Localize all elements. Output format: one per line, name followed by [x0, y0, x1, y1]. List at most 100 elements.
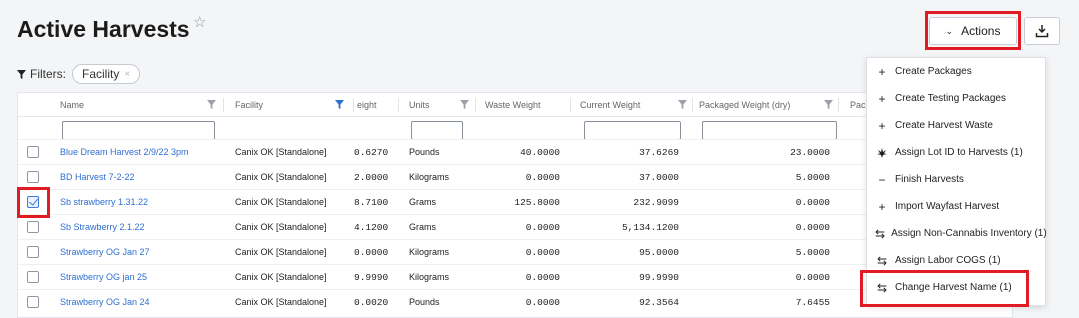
filter-chip-facility[interactable]: Facility × — [72, 64, 141, 84]
harvest-name-link[interactable]: Blue Dream Harvest 2/9/22 3pm — [60, 147, 189, 157]
swap-arrows-icon: ⇆ — [876, 280, 888, 295]
facility-cell: Canix OK [Standalone] — [235, 297, 327, 307]
plus-icon: + — [878, 64, 886, 79]
column-divider — [475, 98, 476, 112]
facility-cell: Canix OK [Standalone] — [235, 147, 327, 157]
menu-item-label: Assign Labor COGS (1) — [895, 255, 1001, 266]
column-header-waste-weight[interactable]: Waste Weight — [485, 100, 541, 110]
table-row[interactable]: Strawberry OG Jan 27 Canix OK [Standalon… — [18, 239, 1012, 263]
table-row[interactable]: Strawberry OG Jan 24 Canix OK [Standalon… — [18, 289, 1012, 313]
row-checkbox-checked[interactable] — [27, 196, 39, 208]
minus-icon: − — [878, 172, 886, 187]
waste-weight-cell: 0.0000 — [525, 297, 560, 308]
waste-weight-cell: 125.8000 — [514, 197, 560, 208]
menu-item-create-harvest-waste[interactable]: + Create Harvest Waste — [867, 112, 1045, 139]
packaged-weight-cell: 0.0000 — [795, 197, 830, 208]
harvest-name-link[interactable]: BD Harvest 7-2-22 — [60, 172, 135, 182]
harvest-name-link[interactable]: Sb Strawberry 2.1.22 — [60, 222, 145, 232]
column-filter-icon[interactable] — [824, 100, 833, 109]
filter-icon — [17, 69, 26, 79]
menu-item-create-packages[interactable]: + Create Packages — [867, 58, 1045, 85]
row-checkbox[interactable] — [27, 246, 39, 258]
units-filter-input[interactable] — [411, 121, 463, 140]
menu-item-change-harvest-name[interactable]: ⇆ Change Harvest Name (1) — [867, 274, 1045, 301]
row-checkbox[interactable] — [27, 171, 39, 183]
menu-item-assign-labor-cogs[interactable]: ⇆ Assign Labor COGS (1) — [867, 247, 1045, 274]
menu-item-finish-harvests[interactable]: − Finish Harvests — [867, 166, 1045, 193]
menu-item-assign-non-cannabis-inventory[interactable]: ⇆ Assign Non-Cannabis Inventory (1) — [867, 220, 1047, 247]
facility-cell: Canix OK [Standalone] — [235, 197, 327, 207]
column-header-units[interactable]: Units — [409, 100, 430, 110]
waste-weight-cell: 0.0000 — [525, 222, 560, 233]
weight-cell: 8.7100 — [354, 197, 389, 208]
column-header-weight[interactable]: eight — [357, 100, 377, 110]
menu-item-label: Assign Lot ID to Harvests (1) — [895, 147, 1023, 158]
column-divider — [838, 98, 839, 112]
menu-item-label: Create Testing Packages — [895, 93, 1006, 104]
page-title: Active Harvests — [17, 16, 190, 42]
weight-cell: 9.9990 — [354, 272, 389, 283]
row-checkbox[interactable] — [27, 271, 39, 283]
column-divider — [353, 98, 354, 112]
menu-item-create-testing-packages[interactable]: + Create Testing Packages — [867, 85, 1045, 112]
menu-item-assign-lot-id[interactable]: Assign Lot ID to Harvests (1) — [867, 139, 1045, 166]
table-row[interactable]: Strawberry OG jan 25 Canix OK [Standalon… — [18, 264, 1012, 288]
current-weight-cell: 95.0000 — [639, 247, 679, 258]
current-weight-cell: 92.3564 — [639, 297, 679, 308]
chip-remove-icon[interactable]: × — [124, 69, 130, 80]
column-header-current-weight[interactable]: Current Weight — [580, 100, 640, 110]
units-cell: Grams — [409, 197, 436, 207]
table-row[interactable]: Blue Dream Harvest 2/9/22 3pm Canix OK [… — [18, 139, 1012, 163]
current-weight-cell: 99.9990 — [639, 272, 679, 283]
row-checkbox[interactable] — [27, 146, 39, 158]
row-checkbox[interactable] — [27, 221, 39, 233]
waste-weight-cell: 40.0000 — [520, 147, 560, 158]
menu-item-label: Create Packages — [895, 66, 972, 77]
column-filter-icon[interactable] — [678, 100, 687, 109]
packaged-weight-cell: 0.0000 — [795, 222, 830, 233]
swap-arrows-icon: ⇆ — [876, 253, 888, 268]
units-cell: Pounds — [409, 297, 440, 307]
column-divider — [398, 98, 399, 112]
harvest-name-link[interactable]: Strawberry OG jan 25 — [60, 272, 147, 282]
packaged-weight-cell: 0.0000 — [795, 272, 830, 283]
download-button[interactable] — [1024, 17, 1060, 45]
plus-icon: + — [878, 91, 886, 106]
weight-cell: 2.0000 — [354, 172, 389, 183]
menu-item-label: Finish Harvests — [895, 174, 964, 185]
download-icon — [1035, 25, 1049, 38]
weight-cell: 4.1200 — [354, 222, 389, 233]
table-row[interactable]: BD Harvest 7-2-22 Canix OK [Standalone] … — [18, 164, 1012, 188]
menu-item-import-wayfast-harvest[interactable]: + Import Wayfast Harvest — [867, 193, 1045, 220]
current-weight-cell: 232.9099 — [633, 197, 679, 208]
column-filter-active-icon[interactable] — [335, 100, 344, 109]
packaged-weight-cell: 5.0000 — [795, 172, 830, 183]
filter-chip-label: Facility — [82, 67, 120, 81]
harvests-table: Name Facility eight Units Waste Weight C… — [17, 92, 1013, 318]
harvest-name-link[interactable]: Sb strawberry 1.31.22 — [60, 197, 148, 207]
harvest-name-link[interactable]: Strawberry OG Jan 27 — [60, 247, 150, 257]
packaged-weight-filter-input[interactable] — [702, 121, 837, 140]
units-cell: Grams — [409, 222, 436, 232]
column-filter-icon[interactable] — [460, 100, 469, 109]
units-cell: Kilograms — [409, 172, 450, 182]
column-header-facility[interactable]: Facility — [235, 100, 263, 110]
column-header-packaged-weight[interactable]: Packaged Weight (dry) — [699, 100, 790, 110]
name-filter-input[interactable] — [62, 121, 215, 140]
packaged-weight-cell: 23.0000 — [790, 147, 830, 158]
waste-weight-cell: 0.0000 — [525, 272, 560, 283]
units-cell: Kilograms — [409, 247, 450, 257]
favorite-star-icon[interactable]: ☆ — [193, 13, 206, 31]
weight-cell: 0.0000 — [354, 247, 389, 258]
plus-icon: + — [878, 118, 886, 133]
column-header-name[interactable]: Name — [60, 100, 84, 110]
harvest-name-link[interactable]: Strawberry OG Jan 24 — [60, 297, 150, 307]
current-weight-filter-input[interactable] — [584, 121, 681, 140]
table-row[interactable]: Sb Strawberry 2.1.22 Canix OK [Standalon… — [18, 214, 1012, 238]
column-header-pac[interactable]: Pac — [850, 100, 866, 110]
actions-button[interactable]: ⌄ Actions — [929, 17, 1017, 45]
row-checkbox[interactable] — [27, 296, 39, 308]
column-filter-icon[interactable] — [207, 100, 216, 109]
table-row[interactable]: Sb strawberry 1.31.22 Canix OK [Standalo… — [18, 189, 1012, 213]
menu-item-label: Change Harvest Name (1) — [895, 282, 1012, 293]
